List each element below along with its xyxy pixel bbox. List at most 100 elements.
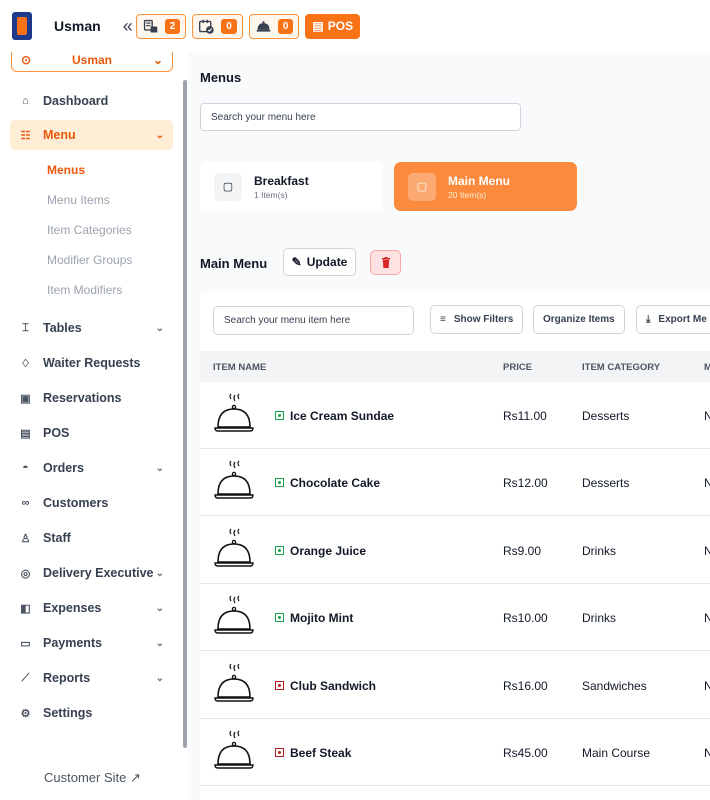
- item-name: Ice Cream Sundae: [290, 409, 395, 423]
- sidebar: ⊙ Usman ⌄ ⌂ Dashboard ☷ Menu ⌄ Menus Menu I…: [0, 48, 184, 800]
- chevron-down-icon: ⌄: [155, 637, 164, 649]
- sidebar-item-customers[interactable]: ∞ Customers: [10, 488, 173, 518]
- chevron-down-icon: ⌄: [155, 322, 164, 334]
- waiter-requests-button[interactable]: 0: [248, 13, 300, 39]
- sidebar-item-label: Delivery Executive: [43, 566, 154, 580]
- customer-site-link[interactable]: Customer Site ↗: [44, 770, 141, 786]
- cloche-icon: [214, 595, 254, 634]
- sidebar-item-staff[interactable]: ♙ Staff: [10, 523, 173, 553]
- sidebar-item-menu[interactable]: ☷ Menu ⌄: [10, 120, 173, 150]
- sidebar-item-payments[interactable]: ▭ Payments ⌄: [10, 628, 173, 658]
- sidebar-item-label: Expenses: [43, 601, 102, 615]
- export-button[interactable]: ⤓ Export Me: [636, 305, 710, 334]
- item-menu-truncated: N: [704, 746, 710, 760]
- non-veg-indicator-icon: [275, 680, 284, 690]
- menu-search-input[interactable]: [200, 103, 521, 131]
- column-price[interactable]: PRICE: [503, 362, 532, 373]
- waiter-bell-icon: [256, 20, 271, 32]
- pos-icon: ▤: [312, 19, 324, 33]
- sidebar-item-label: Reservations: [43, 391, 122, 405]
- double-chevron-left-icon[interactable]: «: [123, 16, 133, 37]
- table-icon: [143, 19, 158, 32]
- sidebar-item-label: Dashboard: [43, 94, 109, 108]
- sidebar-item-label: Customers: [43, 496, 109, 510]
- table-row[interactable]: Ice Cream Sundae Rs11.00 Desserts N: [200, 382, 710, 449]
- menu-card-count: 1 Item(s): [254, 189, 288, 200]
- item-name: Orange Juice: [290, 543, 367, 558]
- pos-button[interactable]: ▤ POS: [305, 13, 361, 39]
- menu-card-main-menu[interactable]: ▢ Main Menu 20 Item(s): [394, 162, 577, 211]
- sidebar-subitem-menus[interactable]: Menus: [47, 163, 85, 177]
- waiter-requests-count-badge: 0: [277, 18, 294, 34]
- menu-card-name: Breakfast: [254, 173, 309, 188]
- sidebar-subitem-menu-items[interactable]: Menu Items: [47, 193, 110, 207]
- sidebar-subitem-item-categories[interactable]: Item Categories: [47, 223, 132, 237]
- sidebar-item-dashboard[interactable]: ⌂ Dashboard: [10, 86, 173, 116]
- sidebar-scrollbar[interactable]: [183, 80, 187, 748]
- veg-indicator-icon: [275, 411, 284, 420]
- table-row[interactable]: Orange Juice Rs9.00 Drinks N: [200, 517, 710, 584]
- organize-items-button[interactable]: Organize Items: [533, 305, 625, 334]
- chart-icon: ⟋: [21, 671, 30, 684]
- item-price: Rs12.00: [503, 476, 548, 491]
- reservations-count-badge: 0: [221, 18, 237, 34]
- home-icon: ⌂: [22, 95, 29, 107]
- table-row[interactable]: Beef Steak Rs45.00 Main Course N: [200, 719, 710, 786]
- menu-item-search-input[interactable]: [213, 306, 414, 335]
- organize-items-label: Organize Items: [543, 314, 615, 325]
- sidebar-subitem-modifier-groups[interactable]: Modifier Groups: [47, 253, 132, 267]
- table-icon: ⌶: [22, 321, 29, 334]
- chevron-down-icon: ⌄: [155, 602, 164, 614]
- sidebar-item-delivery-executive[interactable]: ◎ Delivery Executive ⌄: [10, 558, 173, 588]
- sidebar-item-label: Tables: [43, 321, 82, 335]
- top-bar: Usman « 2 0 0 ▤ POS: [0, 0, 710, 52]
- sidebar-item-expenses[interactable]: ◧ Expenses ⌄: [10, 593, 173, 623]
- update-button-label: Update: [306, 255, 348, 269]
- table-row[interactable]: Chocolate Cake Rs12.00 Desserts N: [200, 449, 710, 517]
- sidebar-item-orders[interactable]: ◓ Orders ⌄: [10, 453, 173, 483]
- item-category: Drinks: [582, 611, 617, 626]
- item-price: Rs16.00: [503, 678, 548, 693]
- item-menu-truncated: N: [704, 678, 710, 693]
- table-row[interactable]: Club Sandwich Rs16.00 Sandwiches N: [200, 652, 710, 719]
- edit-icon: ✎: [291, 255, 302, 269]
- location-pin-icon: ⊙: [21, 52, 32, 67]
- item-menu-truncated: N: [704, 476, 710, 491]
- calendar-check-icon: [199, 19, 214, 34]
- item-category: Desserts: [582, 409, 630, 423]
- sidebar-item-reports[interactable]: ⟋ Reports ⌄: [10, 663, 173, 693]
- show-filters-button[interactable]: ≡ Show Filters: [430, 305, 524, 334]
- restaurant-logo[interactable]: [12, 12, 32, 40]
- main-content: Menus ▢ Breakfast 1 Item(s) ▢ Main Menu …: [188, 52, 710, 800]
- chevron-down-icon: ⌄: [155, 567, 164, 579]
- sidebar-item-reservations[interactable]: ▣ Reservations: [10, 383, 173, 413]
- delete-button[interactable]: [370, 250, 401, 275]
- item-menu-truncated: N: [704, 543, 710, 558]
- sidebar-item-waiter-requests[interactable]: ♢ Waiter Requests: [10, 348, 173, 378]
- table-row[interactable]: Mojito Mint Rs10.00 Drinks N: [200, 584, 710, 652]
- item-name: Mojito Mint: [290, 611, 354, 626]
- chevron-down-icon: ⌄: [155, 129, 164, 141]
- tables-button[interactable]: 2: [135, 13, 187, 39]
- show-filters-label: Show Filters: [453, 314, 514, 325]
- update-button[interactable]: ✎ Update: [283, 248, 356, 276]
- item-price: Rs9.00: [503, 543, 542, 558]
- sidebar-item-label: Orders: [43, 461, 84, 475]
- item-category: Sandwiches: [582, 678, 647, 693]
- sidebar-item-pos[interactable]: ▤ POS: [10, 418, 173, 448]
- menu-card-name: Main Menu: [448, 173, 510, 188]
- chevron-down-icon: ⌄: [155, 672, 164, 684]
- tables-count-badge: 2: [164, 18, 181, 34]
- reservations-button[interactable]: 0: [192, 13, 243, 39]
- sidebar-item-tables[interactable]: ⌶ Tables ⌄: [10, 313, 173, 343]
- column-menu[interactable]: M: [704, 362, 710, 373]
- column-item-name[interactable]: ITEM NAME: [213, 362, 266, 373]
- sidebar-item-label: Waiter Requests: [43, 356, 141, 370]
- sidebar-subitem-item-modifiers[interactable]: Item Modifiers: [47, 283, 122, 297]
- sidebar-item-settings[interactable]: ⚙ Settings: [10, 698, 173, 728]
- pos-icon: ▤: [20, 427, 31, 440]
- menu-card-breakfast[interactable]: ▢ Breakfast 1 Item(s): [200, 162, 383, 211]
- sidebar-item-label: Staff: [43, 531, 71, 545]
- column-item-category[interactable]: ITEM CATEGORY: [582, 362, 660, 373]
- cloche-icon: ◓: [22, 462, 29, 474]
